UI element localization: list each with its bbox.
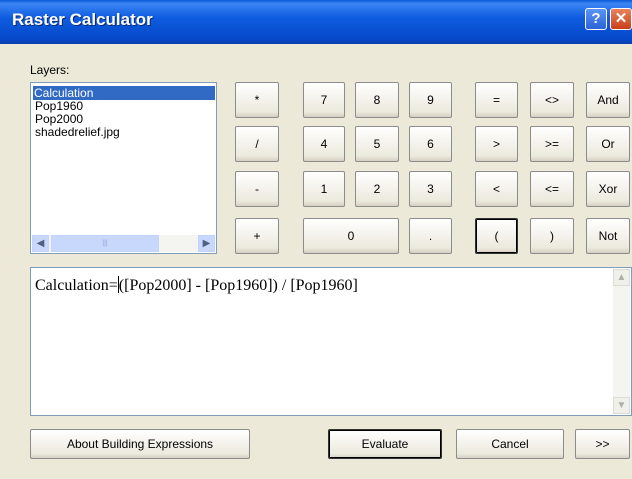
digit-6-button[interactable]: 6 xyxy=(409,126,452,162)
greater-equal-button[interactable]: >= xyxy=(530,126,574,162)
expression-vertical-scrollbar[interactable]: ▲ ▼ xyxy=(613,269,630,414)
digit-9-button[interactable]: 9 xyxy=(409,82,452,118)
layers-label: Layers: xyxy=(30,63,70,77)
minus-button[interactable]: - xyxy=(235,171,279,207)
layer-item-shadedrelief[interactable]: shadedrelief.jpg xyxy=(34,125,121,139)
close-button[interactable]: ✕ xyxy=(610,8,632,30)
expression-text: Calculation=([Pop2000] - [Pop1960]) / [P… xyxy=(35,276,358,295)
scroll-down-icon[interactable]: ▼ xyxy=(613,397,630,414)
equals-button[interactable]: = xyxy=(475,82,518,118)
help-button[interactable]: ? xyxy=(585,8,607,30)
digit-2-button[interactable]: 2 xyxy=(355,171,399,207)
scroll-right-icon[interactable]: ▶ xyxy=(198,235,215,252)
decimal-point-button[interactable]: . xyxy=(409,218,452,254)
open-paren-button[interactable]: ( xyxy=(475,218,518,254)
digit-4-button[interactable]: 4 xyxy=(303,126,345,162)
expression-body: ([Pop2000] - [Pop1960]) / [Pop1960] xyxy=(118,277,358,294)
scroll-left-icon[interactable]: ◀ xyxy=(32,235,49,252)
digit-0-button[interactable]: 0 xyxy=(303,218,399,254)
plus-button[interactable]: + xyxy=(235,218,279,254)
about-building-expressions-button[interactable]: About Building Expressions xyxy=(30,429,250,459)
digit-5-button[interactable]: 5 xyxy=(355,126,399,162)
layer-item-pop2000[interactable]: Pop2000 xyxy=(34,112,84,126)
divide-button[interactable]: / xyxy=(235,126,279,162)
digit-3-button[interactable]: 3 xyxy=(409,171,452,207)
greater-than-button[interactable]: > xyxy=(475,126,518,162)
layer-item-calculation[interactable]: Calculation xyxy=(33,86,215,100)
cancel-button[interactable]: Cancel xyxy=(456,429,564,459)
close-paren-button[interactable]: ) xyxy=(530,218,574,254)
digit-1-button[interactable]: 1 xyxy=(303,171,345,207)
digit-7-button[interactable]: 7 xyxy=(303,82,345,118)
layer-item-pop1960[interactable]: Pop1960 xyxy=(34,99,84,113)
title-bar: Raster Calculator ? ✕ xyxy=(0,0,632,44)
expression-box[interactable]: Calculation=([Pop2000] - [Pop1960]) / [P… xyxy=(30,267,632,416)
not-button[interactable]: Not xyxy=(586,218,630,254)
not-equal-button[interactable]: <> xyxy=(530,82,574,118)
multiply-button[interactable]: * xyxy=(235,82,279,118)
less-than-button[interactable]: < xyxy=(475,171,518,207)
layers-list[interactable]: Calculation Pop1960 Pop2000 shadedrelief… xyxy=(30,82,217,254)
expression-prefix: Calculation= xyxy=(35,277,118,294)
less-equal-button[interactable]: <= xyxy=(530,171,574,207)
or-button[interactable]: Or xyxy=(586,126,630,162)
evaluate-button[interactable]: Evaluate xyxy=(328,429,442,459)
xor-button[interactable]: Xor xyxy=(586,171,630,207)
digit-8-button[interactable]: 8 xyxy=(355,82,399,118)
and-button[interactable]: And xyxy=(586,82,630,118)
more-options-button[interactable]: >> xyxy=(575,429,630,459)
layers-horizontal-scrollbar[interactable]: ◀ ||| ▶ xyxy=(32,235,215,252)
window-title: Raster Calculator xyxy=(12,10,153,29)
scroll-thumb[interactable]: ||| xyxy=(51,235,159,252)
scroll-up-icon[interactable]: ▲ xyxy=(613,269,630,286)
